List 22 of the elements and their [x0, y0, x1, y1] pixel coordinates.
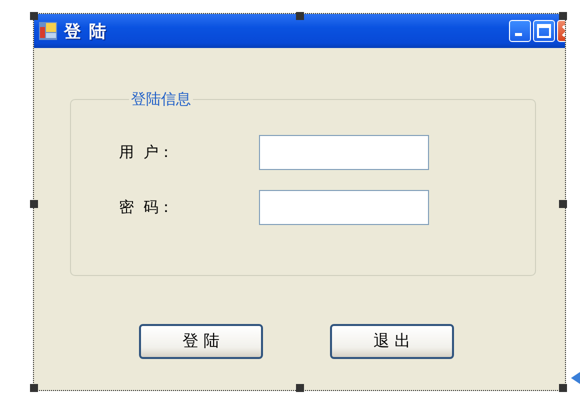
resize-handle[interactable]	[296, 12, 304, 20]
form-button[interactable]: 登 陆	[139, 324, 263, 359]
resize-handle[interactable]	[559, 200, 567, 208]
field-label: 密 码：	[119, 198, 175, 217]
maximize-button[interactable]	[533, 20, 555, 42]
window-title: 登 陆	[64, 20, 107, 42]
app-icon	[38, 21, 58, 41]
resize-handle[interactable]	[296, 384, 304, 392]
maximize-icon	[537, 24, 551, 38]
input-field[interactable]	[259, 190, 429, 225]
group-title: 登陆信息	[130, 90, 192, 109]
resize-handle[interactable]	[30, 12, 38, 20]
field-label: 用 户：	[119, 143, 175, 162]
input-field[interactable]	[259, 135, 429, 170]
resize-handle[interactable]	[30, 384, 38, 392]
minimize-icon	[514, 33, 522, 36]
arrow-icon[interactable]	[571, 372, 580, 384]
form-button[interactable]: 退 出	[330, 324, 454, 359]
resize-handle[interactable]	[30, 200, 38, 208]
resize-handle[interactable]	[559, 384, 567, 392]
resize-handle[interactable]	[559, 12, 567, 20]
minimize-button[interactable]	[509, 20, 531, 42]
